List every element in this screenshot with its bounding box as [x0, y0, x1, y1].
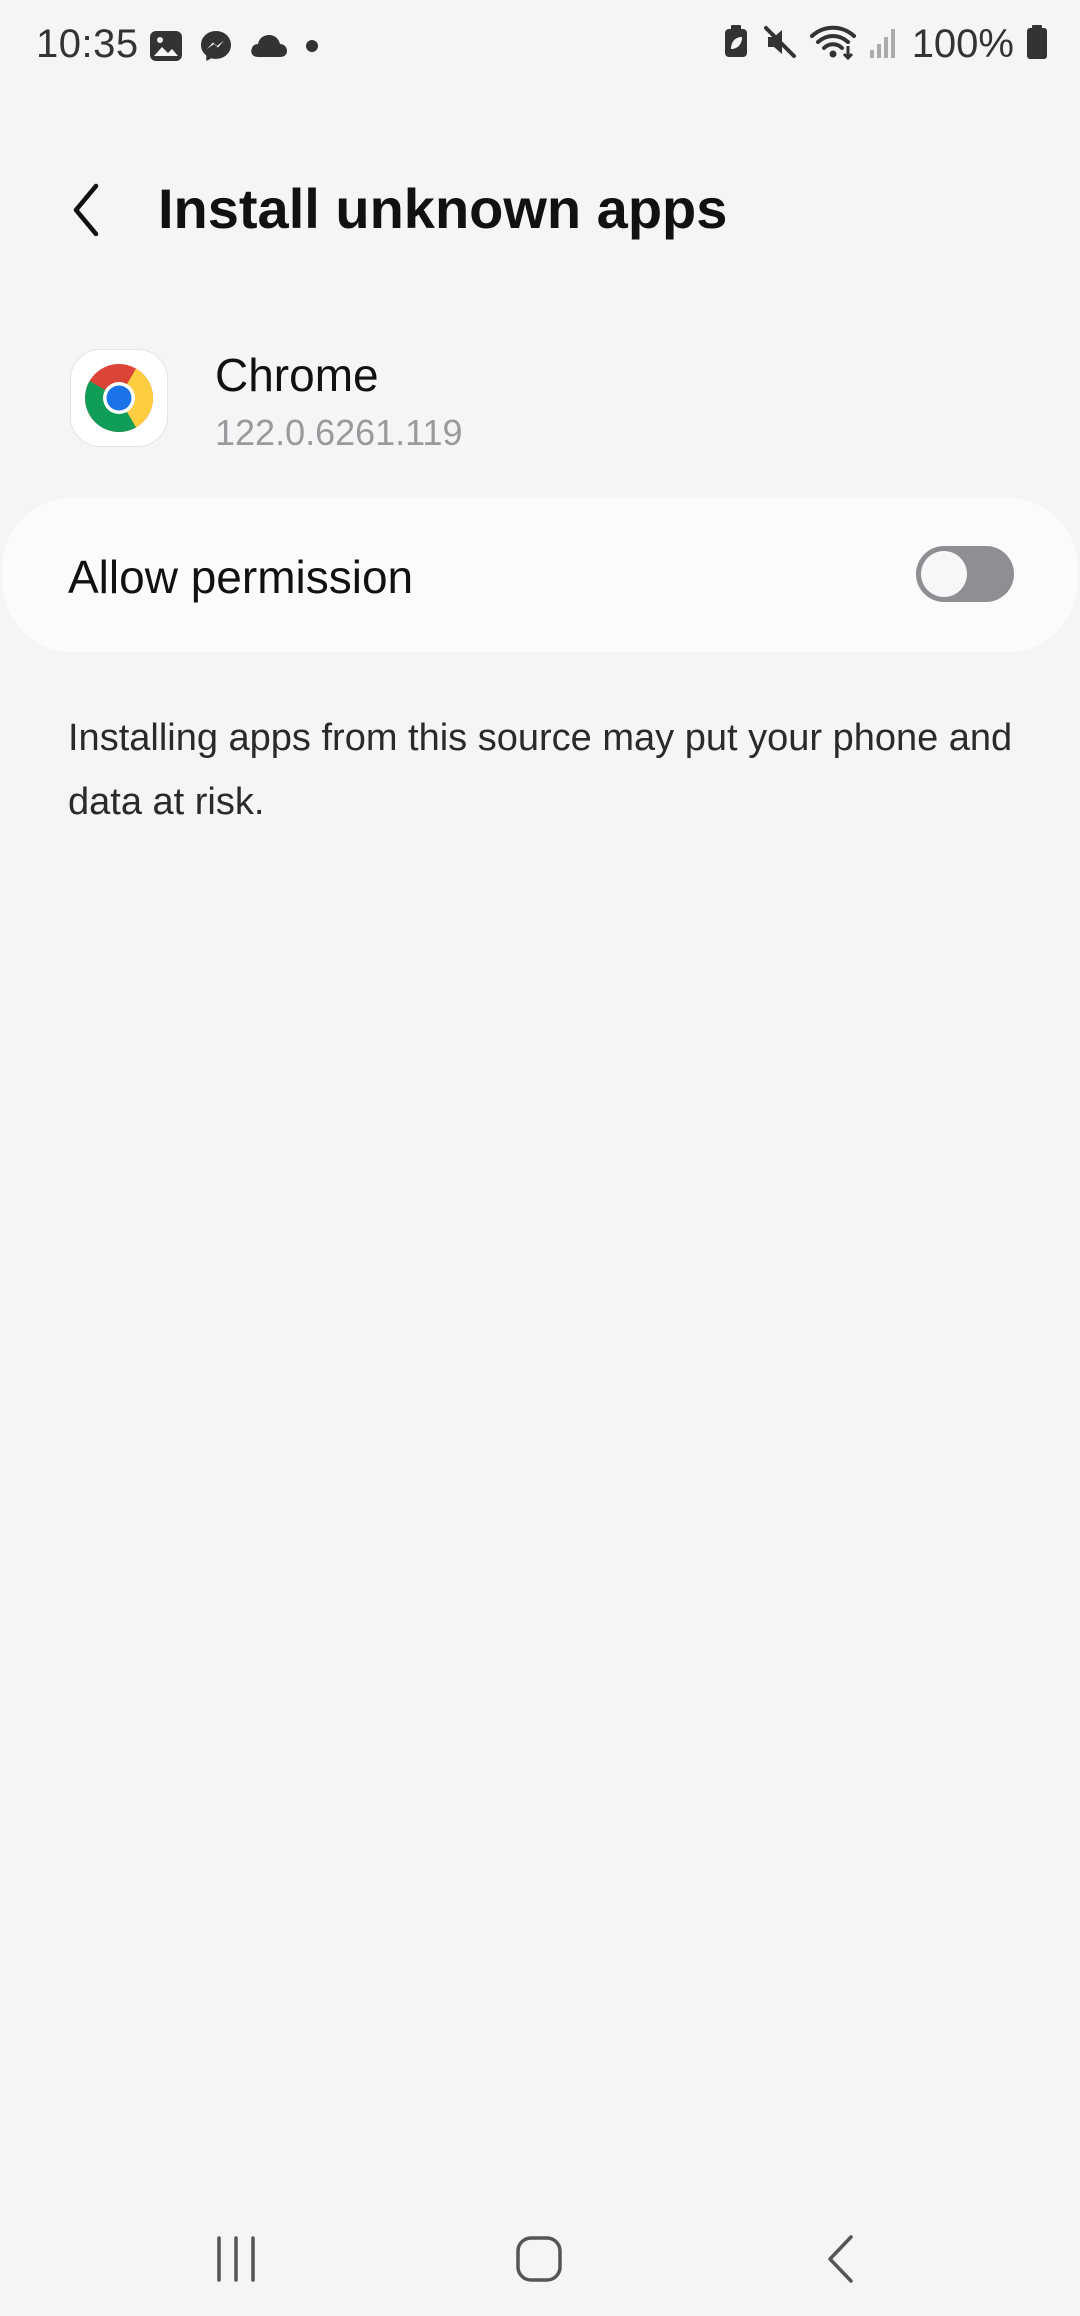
app-icon — [70, 349, 168, 447]
system-status-icons: 100% — [722, 22, 1048, 67]
recents-icon — [217, 2236, 255, 2282]
notification-icons — [148, 28, 322, 69]
chrome-icon — [85, 364, 153, 432]
battery-icon — [1026, 24, 1048, 65]
page-title: Install unknown apps — [158, 177, 728, 240]
dot-icon — [302, 36, 322, 61]
toggle-knob — [921, 551, 967, 597]
wifi-icon — [809, 24, 856, 65]
nav-back-button[interactable] — [802, 2224, 882, 2294]
allow-permission-label: Allow permission — [68, 551, 414, 603]
app-name: Chrome — [215, 349, 379, 401]
status-time: 10:35 — [36, 22, 139, 66]
security-warning-text: Installing apps from this source may put… — [68, 717, 1013, 823]
back-button[interactable] — [56, 170, 116, 250]
app-version: 122.0.6261.119 — [215, 412, 463, 453]
allow-permission-toggle[interactable] — [916, 546, 1014, 602]
gallery-icon — [148, 28, 184, 69]
status-bar: 10:35 100% — [0, 0, 1080, 96]
mute-icon — [762, 24, 798, 65]
battery-percentage: 100% — [911, 22, 1014, 66]
navigation-bar — [0, 2200, 1080, 2316]
chevron-left-icon — [73, 183, 99, 237]
allow-permission-row[interactable]: Allow permission — [2, 498, 1078, 652]
messenger-icon — [198, 28, 234, 69]
recents-button[interactable] — [196, 2224, 276, 2294]
home-button[interactable] — [499, 2224, 579, 2294]
install-unknown-apps-screen: 10:35 100% Install unknown apps Chrome 1… — [0, 0, 1080, 2316]
cloud-icon — [248, 31, 288, 66]
signal-icon — [868, 24, 900, 65]
back-icon — [828, 2235, 853, 2283]
home-icon — [516, 2236, 562, 2282]
battery-saver-icon — [722, 24, 750, 65]
